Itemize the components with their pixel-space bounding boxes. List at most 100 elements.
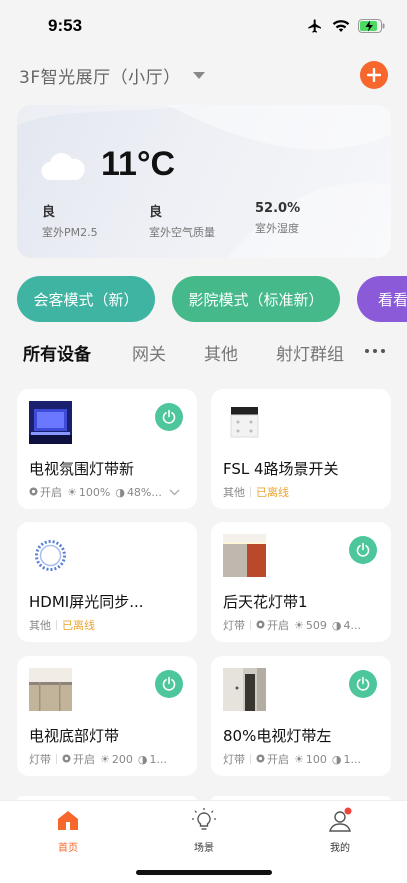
mode-button-reception[interactable]: 会客模式（新） [17,276,155,322]
device-color-temp: 1... [149,752,167,766]
stat-air-quality: 良 室外空气质量 [149,201,215,240]
device-name: FSL 4路场景开关 [223,460,339,478]
device-color-temp: 4... [343,618,361,632]
chevron-down-icon[interactable] [169,486,180,499]
meta-divider [56,754,57,764]
scene-mode-row: 会客模式（新） 影院模式（标准新） 看看 [17,276,407,322]
stat-value: 良 [149,205,163,220]
device-name: 80%电视灯带左 [223,727,332,745]
device-meta: 灯带 开启 ☀ 509 ◑ 4... [223,617,366,633]
stat-label: 室外PM2.5 [42,226,98,239]
power-icon [162,409,176,424]
bulb-icon [192,808,216,830]
power-button[interactable] [155,403,183,431]
power-button[interactable] [349,670,377,698]
stat-humidity: 52.0% 室外湿度 [255,201,300,236]
device-card[interactable]: FSL 4路场景开关 其他 已离线 [211,389,391,509]
device-thumbnail [29,668,72,711]
device-name: 电视氛围灯带新 [29,460,135,478]
mode-button-cinema[interactable]: 影院模式（标准新） [172,276,340,322]
bottom-tab-bar: 首页 场景 我的 [0,800,407,883]
power-button[interactable] [349,536,377,564]
plus-icon [367,68,381,82]
status-dot-icon [29,486,38,499]
status-bar: 9:53 [0,0,407,52]
device-color-temp: 48%... [126,485,162,499]
device-thumbnail [223,668,266,711]
status-time: 9:53 [48,16,83,35]
device-brightness: 100% [78,485,111,499]
wifi-icon [332,20,350,32]
weather-card[interactable]: 11°C 良 室外PM2.5 良 室外空气质量 52.0% 室外湿度 [17,105,391,258]
brightness-icon: ☀ [100,752,110,766]
tab-spotlight-group[interactable]: 射灯群组 [276,340,344,365]
device-thumbnail [223,401,266,444]
meta-divider [250,754,251,764]
device-meta: 其他 已离线 [223,484,289,500]
tab-other[interactable]: 其他 [204,340,238,365]
device-tabs: 所有设备 网关 其他 射灯群组 [23,340,393,370]
device-meta: 灯带 开启 ☀ 200 ◑ 1... [29,751,172,767]
home-icon [58,811,78,830]
device-card[interactable]: 电视底部灯带 灯带 开启 ☀ 200 ◑ 1... [17,656,197,776]
device-category: 灯带 [223,753,245,766]
device-brightness: 200 [111,752,133,766]
tab-scenes[interactable]: 场景 [174,807,234,854]
stat-value: 良 [42,205,56,220]
power-button[interactable] [155,670,183,698]
power-icon [356,676,370,691]
device-card[interactable]: 80%电视灯带左 灯带 开启 ☀ 100 ◑ 1... [211,656,391,776]
color-temp-icon: ◑ [331,752,342,766]
brightness-icon: ☀ [294,618,304,632]
device-category: 其他 [29,619,51,632]
device-card[interactable]: HDMI屏光同步... 其他 已离线 [17,522,197,642]
status-dot-icon [256,753,265,766]
tab-profile[interactable]: 我的 [310,807,370,854]
tab-home[interactable]: 首页 [38,807,98,854]
brightness-icon: ☀ [294,752,304,766]
tab-gateway[interactable]: 网关 [132,340,166,365]
tab-label: 场景 [194,843,214,854]
device-meta: 灯带 开启 ☀ 100 ◑ 1... [223,751,366,767]
device-meta: 开启 ☀ 100% ◑ 48%... [29,484,180,500]
color-temp-icon: ◑ [137,752,148,766]
device-brightness: 509 [305,618,327,632]
stat-pm25: 良 室外PM2.5 [42,201,98,240]
mode-button-watch[interactable]: 看看 [357,276,407,322]
temperature: 11°C [101,145,176,183]
status-dot-icon [256,619,265,632]
tab-all-devices[interactable]: 所有设备 [23,340,91,365]
device-status: 已离线 [256,486,289,499]
device-name: HDMI屏光同步... [29,593,144,611]
caret-down-icon[interactable] [192,71,205,79]
cloud-icon [41,153,85,181]
device-name: 后天花灯带1 [223,593,308,611]
tab-label: 首页 [58,843,78,854]
more-icon[interactable] [365,349,385,353]
stat-label: 室外空气质量 [149,226,215,239]
device-category: 其他 [223,486,245,499]
status-icons [306,18,385,34]
device-brightness: 100 [305,752,327,766]
battery-charging-icon [358,19,385,33]
power-icon [356,542,370,557]
add-button[interactable] [360,61,388,89]
stat-label: 室外湿度 [255,222,299,235]
device-name: 电视底部灯带 [29,727,120,745]
device-thumbnail [29,401,72,444]
brightness-icon: ☀ [67,485,77,499]
device-card[interactable]: 后天花灯带1 灯带 开启 ☀ 509 ◑ 4... [211,522,391,642]
device-category: 灯带 [223,619,245,632]
device-status: 开启 [267,753,289,766]
airplane-icon [308,19,321,33]
status-dot-icon [62,753,71,766]
device-meta: 其他 已离线 [29,617,95,633]
power-icon [162,676,176,691]
home-indicator [136,870,272,875]
user-icon [329,807,352,832]
device-color-temp: 1... [343,752,361,766]
home-header: 3F智光展厅（小厅） [0,52,407,98]
device-status: 开启 [267,619,289,632]
device-card[interactable]: 电视氛围灯带新 开启 ☀ 100% ◑ 48%... [17,389,197,509]
home-selector[interactable]: 3F智光展厅（小厅） [19,63,181,88]
